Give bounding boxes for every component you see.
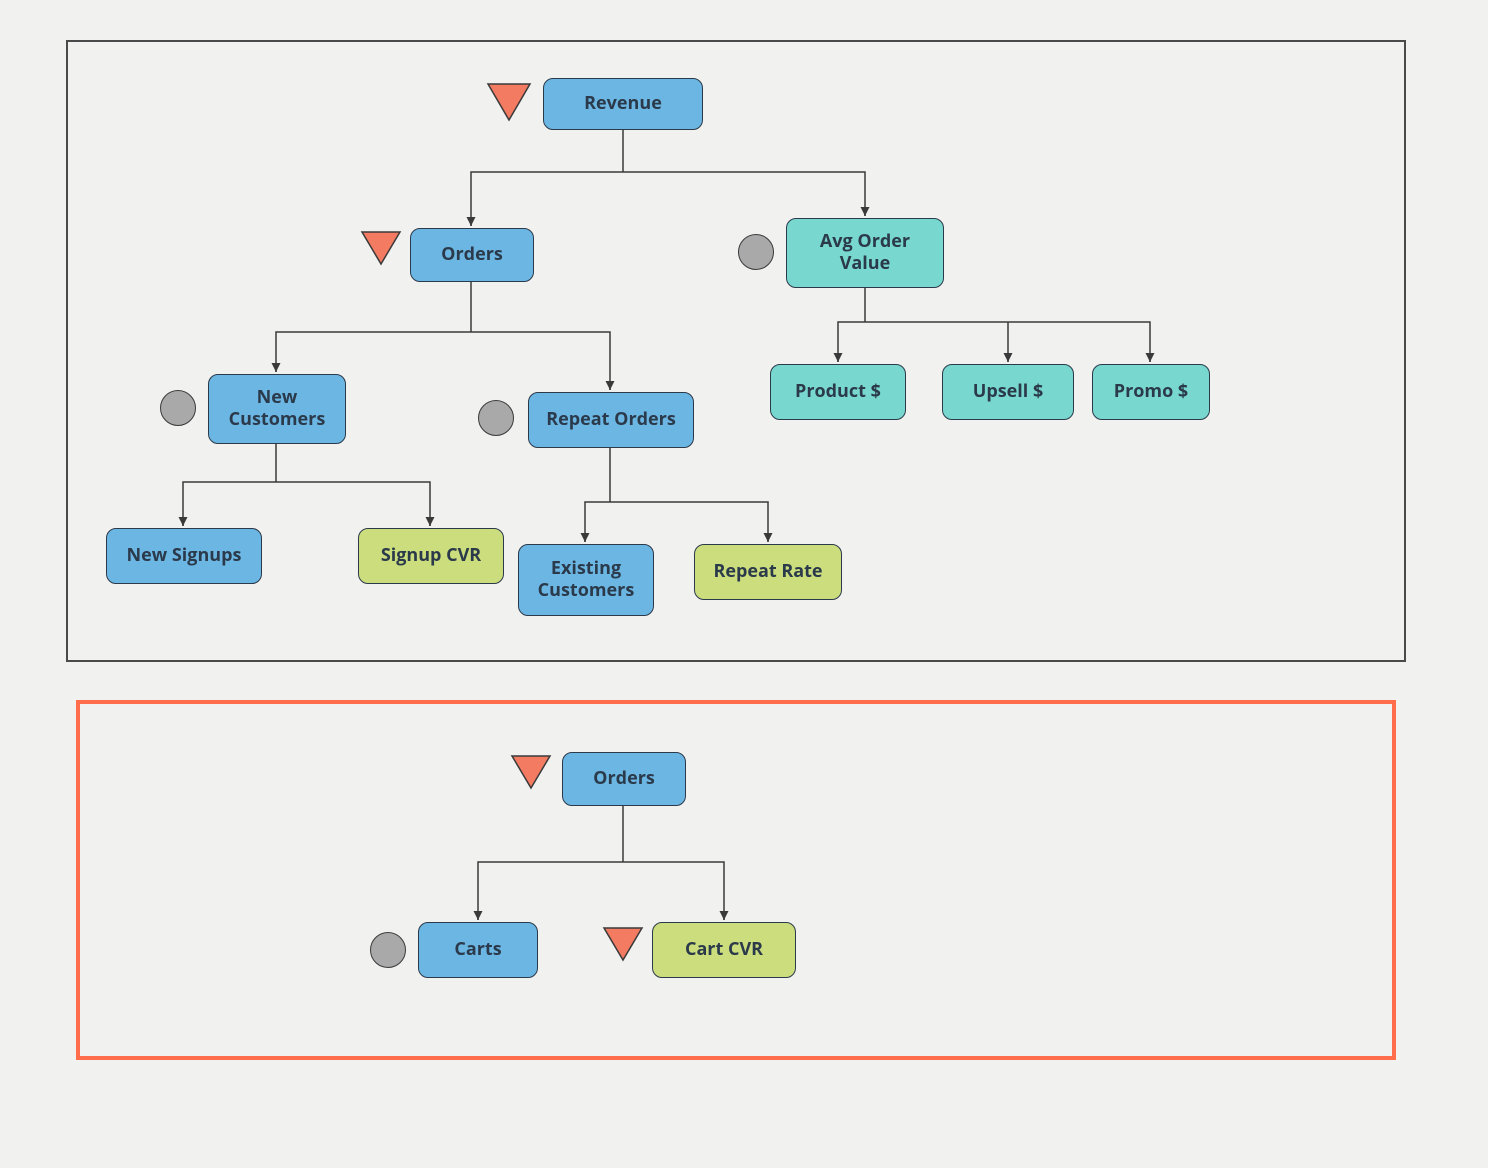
node-repeat-rate: Repeat Rate [694, 544, 842, 600]
node-carts: Carts [418, 922, 538, 978]
circle-neutral-icon [738, 234, 774, 270]
node-avg-order-value: Avg Order Value [786, 218, 944, 288]
node-product-dollar: Product $ [770, 364, 906, 420]
panel-orders-tree: Orders Carts Cart CVR [76, 700, 1396, 1060]
edges-bottom [80, 704, 1400, 1064]
node-orders: Orders [410, 228, 534, 282]
triangle-down-icon [360, 230, 402, 266]
node-upsell-dollar: Upsell $ [942, 364, 1074, 420]
triangle-down-icon [486, 82, 532, 122]
triangle-down-icon [510, 754, 552, 790]
node-repeat-orders: Repeat Orders [528, 392, 694, 448]
node-cart-cvr: Cart CVR [652, 922, 796, 978]
node-new-signups: New Signups [106, 528, 262, 584]
node-signup-cvr: Signup CVR [358, 528, 504, 584]
circle-neutral-icon [478, 400, 514, 436]
circle-neutral-icon [160, 390, 196, 426]
panel-revenue-tree: Revenue Orders Avg Order Value New Custo… [66, 40, 1406, 662]
circle-neutral-icon [370, 932, 406, 968]
node-new-customers: New Customers [208, 374, 346, 444]
node-existing-customers: Existing Customers [518, 544, 654, 616]
triangle-down-icon [602, 926, 644, 962]
diagram-canvas: Revenue Orders Avg Order Value New Custo… [0, 0, 1488, 1168]
node-promo-dollar: Promo $ [1092, 364, 1210, 420]
node-revenue: Revenue [543, 78, 703, 130]
node-orders-bottom: Orders [562, 752, 686, 806]
